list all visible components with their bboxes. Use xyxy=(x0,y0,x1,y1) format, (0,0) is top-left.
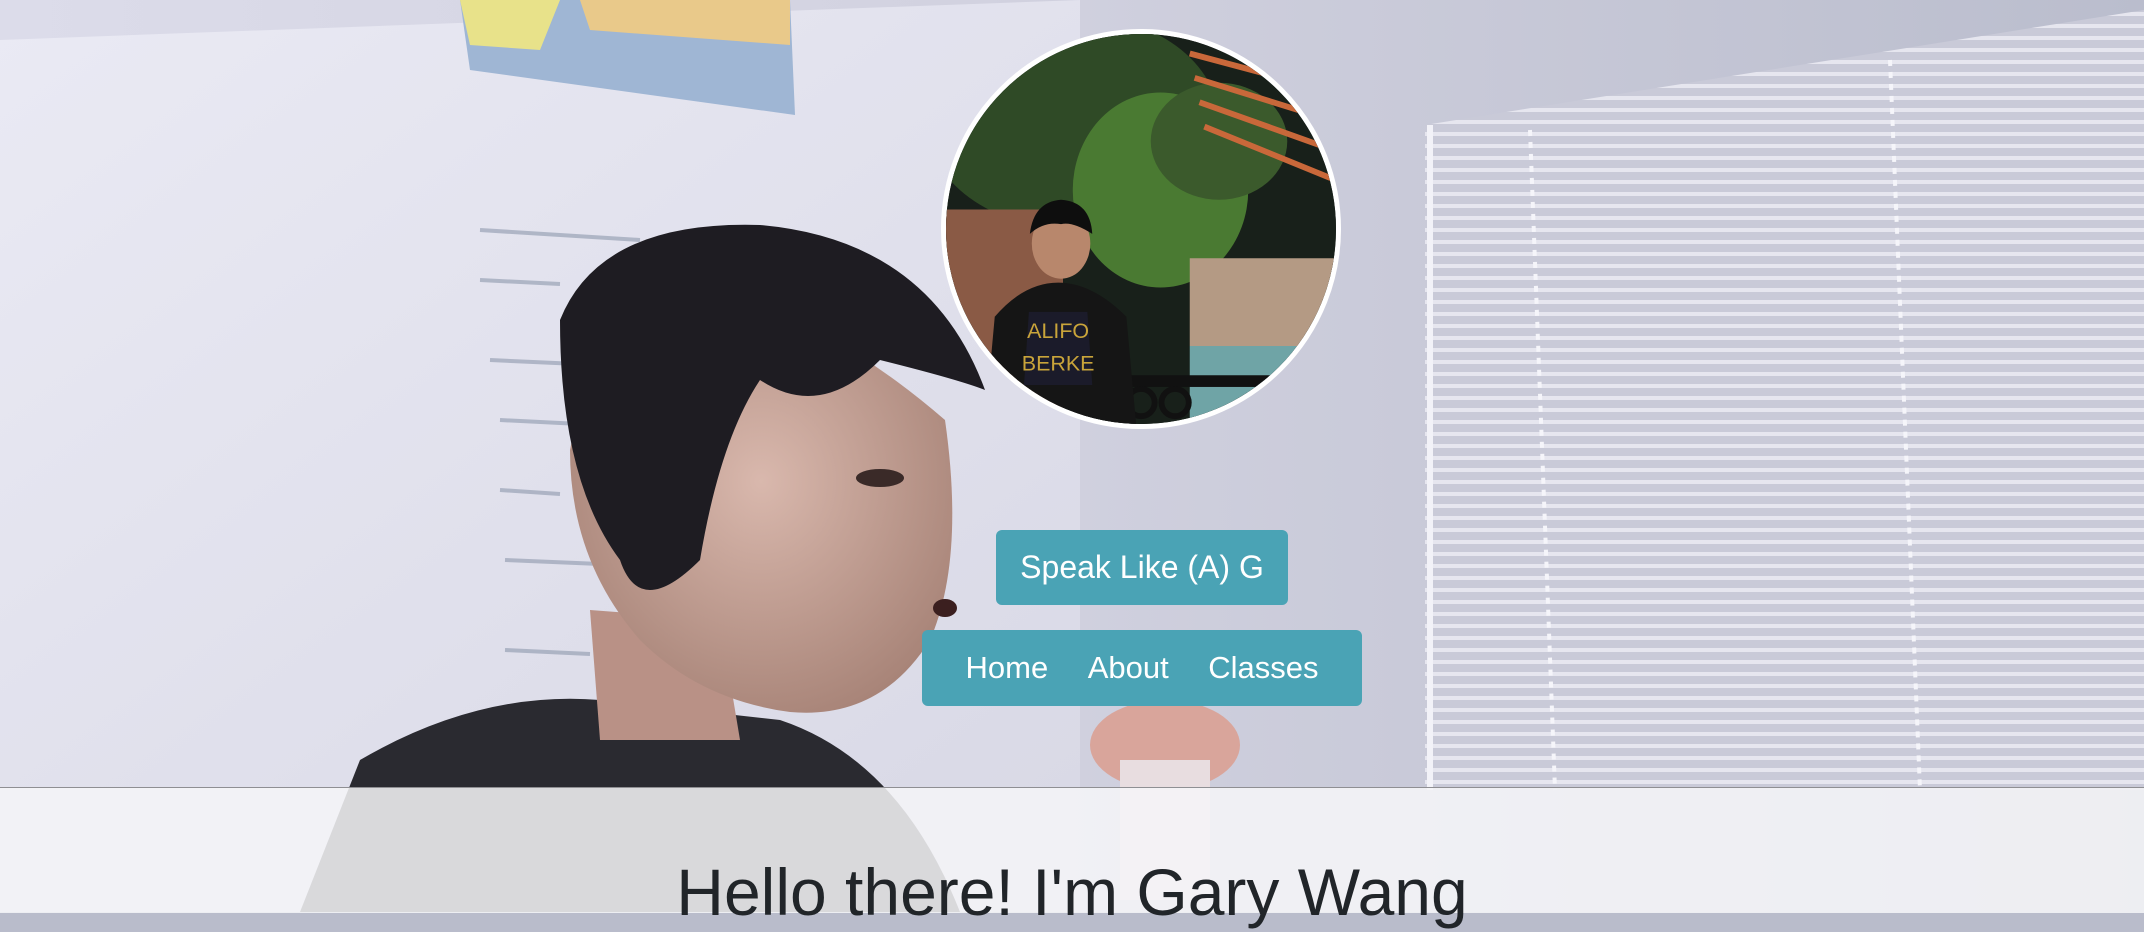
profile-avatar: ALIFO BERKE xyxy=(941,29,1341,429)
nav-item-about[interactable]: About xyxy=(1084,644,1173,692)
svg-text:BERKE: BERKE xyxy=(1022,351,1095,375)
nav-item-classes[interactable]: Classes xyxy=(1204,644,1322,692)
brand-button[interactable]: Speak Like (A) G xyxy=(996,530,1288,605)
svg-text:ALIFO: ALIFO xyxy=(1027,319,1089,343)
main-nav: Home About Classes xyxy=(922,630,1362,706)
hero-title: Hello there! I'm Gary Wang xyxy=(676,855,1468,929)
nav-item-home[interactable]: Home xyxy=(962,644,1053,692)
